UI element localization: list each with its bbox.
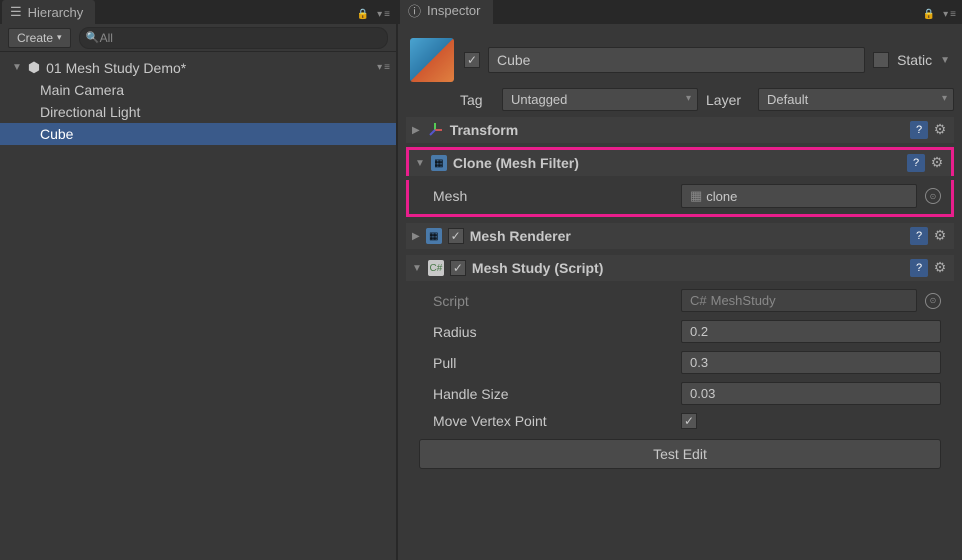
expand-arrow-icon[interactable]: ▼: [12, 62, 22, 73]
create-label: Create: [17, 31, 53, 45]
mesh-type-icon: ▦: [690, 188, 702, 204]
gear-icon[interactable]: [932, 259, 948, 275]
script-file-icon: C#: [690, 293, 707, 308]
expand-arrow-icon[interactable]: ▼: [412, 263, 422, 274]
script-object-field: C# MeshStudy: [681, 289, 917, 312]
mesh-renderer-icon: ▦: [426, 228, 442, 244]
tag-dropdown[interactable]: Untagged: [502, 88, 698, 111]
script-icon: C#: [428, 260, 444, 276]
layer-dropdown[interactable]: Default: [758, 88, 954, 111]
static-dropdown-arrow-icon[interactable]: ▼: [940, 55, 950, 66]
active-checkbox[interactable]: [464, 52, 480, 68]
inspector-tab-icon: ⓘ: [408, 1, 421, 20]
static-label: Static: [897, 52, 932, 68]
gameobject-icon[interactable]: [410, 38, 454, 82]
inspector-body: Cube Static ▼ Tag Untagged Layer Default…: [398, 24, 962, 488]
script-property-row: Script C# MeshStudy ⊙: [409, 285, 951, 316]
inspector-panel: ⓘ Inspector ▾≡ Cube Static ▼ Tag Unt: [398, 0, 962, 560]
search-placeholder: All: [100, 31, 113, 45]
dropdown-arrow-icon: ▾: [57, 32, 62, 43]
hierarchy-tree: ▼ ⬢ 01 Mesh Study Demo* ▾≡ Main Camera D…: [0, 52, 396, 560]
tree-item-label: Main Camera: [40, 82, 124, 98]
handle-size-input[interactable]: 0.03: [681, 382, 941, 405]
object-picker-icon[interactable]: ⊙: [925, 293, 941, 309]
mesh-filter-properties: Mesh ▦ clone ⊙: [406, 180, 954, 217]
inspector-tab-label: Inspector: [427, 3, 480, 18]
tree-item-label: Directional Light: [40, 104, 140, 120]
panel-menu-icon[interactable]: ▾≡: [377, 9, 390, 20]
expand-arrow-icon[interactable]: ▶: [412, 125, 420, 136]
help-icon[interactable]: ?: [910, 121, 928, 139]
component-name: Mesh Renderer: [470, 228, 904, 244]
mesh-value: clone: [706, 189, 737, 204]
gameobject-name-input[interactable]: Cube: [488, 47, 865, 73]
layer-label: Layer: [706, 92, 750, 108]
pull-label: Pull: [433, 355, 673, 371]
hierarchy-tab-bar: ☰ Hierarchy ▾≡: [0, 0, 396, 24]
test-edit-button[interactable]: Test Edit: [419, 439, 941, 469]
pull-input[interactable]: 0.3: [681, 351, 941, 374]
move-vertex-checkbox[interactable]: [681, 413, 697, 429]
mesh-renderer-enabled-checkbox[interactable]: [448, 228, 464, 244]
tree-item-label: Cube: [40, 126, 73, 142]
component-name: Transform: [450, 122, 904, 138]
gear-icon[interactable]: [932, 121, 948, 137]
tree-item-directional-light[interactable]: Directional Light: [0, 101, 396, 123]
move-vertex-property-row: Move Vertex Point: [409, 409, 951, 433]
mesh-object-field[interactable]: ▦ clone: [681, 184, 917, 208]
mesh-study-properties: Script C# MeshStudy ⊙ Radius 0.2 Pull 0.…: [406, 285, 954, 480]
tag-label: Tag: [460, 92, 494, 108]
hierarchy-toolbar: Create ▾ 🔍 All: [0, 24, 396, 52]
mesh-label: Mesh: [433, 188, 673, 204]
component-header-mesh-study[interactable]: ▼ C# Mesh Study (Script) ?: [406, 255, 954, 281]
component-header-mesh-renderer[interactable]: ▶ ▦ Mesh Renderer ?: [406, 223, 954, 249]
scene-row[interactable]: ▼ ⬢ 01 Mesh Study Demo* ▾≡: [0, 56, 396, 79]
scene-name: 01 Mesh Study Demo*: [46, 60, 186, 76]
panel-menu-icon[interactable]: ▾≡: [943, 9, 956, 20]
tag-layer-row: Tag Untagged Layer Default: [406, 88, 954, 111]
expand-arrow-icon[interactable]: ▼: [415, 158, 425, 169]
unity-logo-icon: ⬢: [28, 59, 40, 76]
scene-menu-icon[interactable]: ▾≡: [377, 62, 390, 73]
script-enabled-checkbox[interactable]: [450, 260, 466, 276]
help-icon[interactable]: ?: [907, 154, 925, 172]
hierarchy-tab-icon: ☰: [10, 4, 22, 20]
static-checkbox[interactable]: [873, 52, 889, 68]
tree-item-main-camera[interactable]: Main Camera: [0, 79, 396, 101]
mesh-filter-icon: ▦: [431, 155, 447, 171]
radius-label: Radius: [433, 324, 673, 340]
handle-size-label: Handle Size: [433, 386, 673, 402]
component-name: Clone (Mesh Filter): [453, 155, 901, 171]
help-icon[interactable]: ?: [910, 227, 928, 245]
lock-icon[interactable]: [355, 6, 371, 22]
script-value: MeshStudy: [711, 293, 776, 308]
inspector-tab-bar: ⓘ Inspector ▾≡: [398, 0, 962, 24]
gameobject-header: Cube Static ▼: [406, 32, 954, 84]
radius-input[interactable]: 0.2: [681, 320, 941, 343]
gear-icon[interactable]: [929, 154, 945, 170]
expand-arrow-icon[interactable]: ▶: [412, 231, 420, 242]
component-name: Mesh Study (Script): [472, 260, 904, 276]
hierarchy-tab-label: Hierarchy: [28, 5, 84, 20]
help-icon[interactable]: ?: [910, 259, 928, 277]
transform-icon: [426, 121, 444, 139]
handle-size-property-row: Handle Size 0.03: [409, 378, 951, 409]
pull-property-row: Pull 0.3: [409, 347, 951, 378]
search-input[interactable]: 🔍 All: [79, 27, 388, 49]
tree-item-cube[interactable]: Cube: [0, 123, 396, 145]
hierarchy-panel: ☰ Hierarchy ▾≡ Create ▾ 🔍 All ▼ ⬢ 01 Mes…: [0, 0, 398, 560]
gear-icon[interactable]: [932, 227, 948, 243]
inspector-tab[interactable]: ⓘ Inspector: [400, 0, 493, 24]
hierarchy-tab[interactable]: ☰ Hierarchy: [2, 0, 95, 24]
lock-icon[interactable]: [921, 6, 937, 22]
radius-property-row: Radius 0.2: [409, 316, 951, 347]
search-icon: 🔍: [86, 31, 100, 44]
script-label: Script: [433, 293, 673, 309]
create-button[interactable]: Create ▾: [8, 28, 71, 48]
object-picker-icon[interactable]: ⊙: [925, 188, 941, 204]
component-header-mesh-filter[interactable]: ▼ ▦ Clone (Mesh Filter) ?: [406, 147, 954, 176]
move-vertex-label: Move Vertex Point: [433, 413, 673, 429]
component-header-transform[interactable]: ▶ Transform ?: [406, 117, 954, 143]
mesh-property-row: Mesh ▦ clone ⊙: [409, 180, 951, 212]
